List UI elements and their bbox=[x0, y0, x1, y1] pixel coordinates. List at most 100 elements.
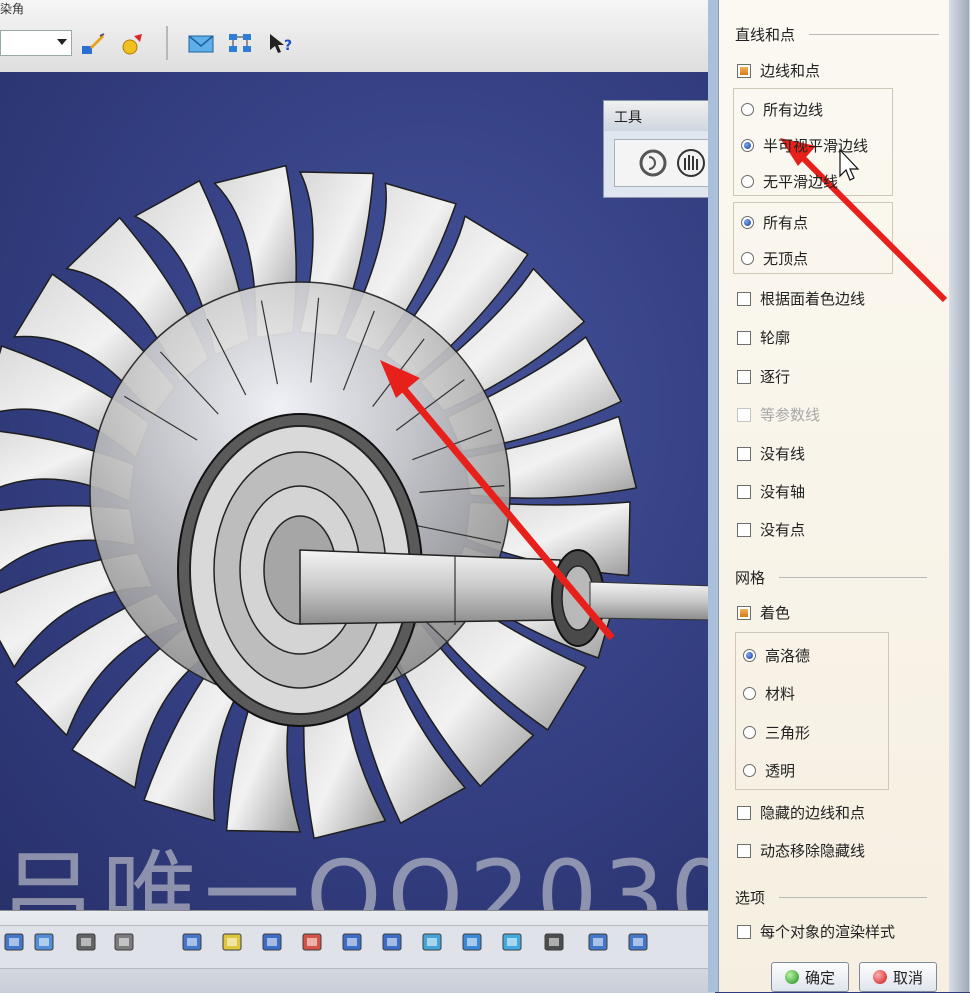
checkbox[interactable] bbox=[737, 446, 751, 461]
checkbox-no-axes[interactable]: 没有轴 bbox=[737, 481, 805, 502]
tools-palette-body bbox=[614, 139, 716, 187]
checkbox-disabled bbox=[737, 407, 751, 422]
cancel-label: 取消 bbox=[892, 968, 923, 987]
checkbox[interactable] bbox=[737, 369, 751, 384]
section-divider bbox=[809, 34, 939, 35]
checkbox-label: 等参数线 bbox=[760, 406, 821, 424]
radio-button-selected[interactable] bbox=[741, 139, 754, 152]
whats-this-help-icon[interactable]: ? bbox=[266, 30, 296, 58]
radio-no-vertices[interactable]: 无顶点 bbox=[741, 248, 808, 269]
radio-no-smooth-edges[interactable]: 无平滑边线 bbox=[741, 171, 838, 192]
ok-button[interactable]: 确定 bbox=[771, 962, 849, 992]
checkbox[interactable] bbox=[737, 843, 751, 858]
radio-button-selected[interactable] bbox=[743, 649, 756, 662]
checkbox-label: 没有轴 bbox=[760, 483, 806, 501]
section-mesh: 网格 bbox=[735, 569, 766, 587]
hide-show-icon[interactable] bbox=[624, 927, 652, 957]
edges-points-checkbox[interactable]: 边线和点 bbox=[737, 60, 820, 81]
cube-view-icon[interactable] bbox=[72, 927, 100, 957]
radio-button[interactable] bbox=[741, 252, 754, 265]
section-lines-points: 直线和点 bbox=[735, 26, 796, 44]
pan-icon[interactable] bbox=[258, 927, 286, 957]
window-title: 染角 bbox=[0, 2, 25, 16]
checkbox-no-lines[interactable]: 没有线 bbox=[737, 443, 805, 464]
radio-label: 无平滑边线 bbox=[763, 173, 839, 191]
rotate-view-icon[interactable] bbox=[298, 927, 326, 957]
checkbox-outline[interactable]: 轮廓 bbox=[737, 327, 790, 348]
checkbox[interactable] bbox=[737, 291, 751, 306]
checkbox[interactable] bbox=[737, 484, 751, 499]
checkbox[interactable] bbox=[737, 522, 751, 537]
radio-gouraud[interactable]: 高洛德 bbox=[743, 645, 810, 666]
zoom-out-icon[interactable] bbox=[378, 927, 406, 957]
radio-button[interactable] bbox=[743, 764, 756, 777]
radio-transparent[interactable]: 透明 bbox=[743, 760, 795, 781]
checkbox-label: 隐藏的边线和点 bbox=[760, 804, 866, 822]
ok-icon bbox=[784, 970, 799, 984]
ok-label: 确定 bbox=[804, 968, 835, 987]
radio-all-edges[interactable]: 所有边线 bbox=[741, 99, 823, 120]
mail-icon[interactable] bbox=[186, 30, 216, 58]
apply-material-icon[interactable] bbox=[118, 30, 148, 58]
radio-label: 透明 bbox=[765, 762, 796, 780]
radio-half-visible-smooth-edges[interactable]: 半可视平滑边线 bbox=[741, 135, 868, 156]
checkbox[interactable] bbox=[737, 805, 751, 820]
checkbox-label: 轮廓 bbox=[760, 329, 791, 347]
watermark-text: 吕唯一QQ2030303 bbox=[0, 840, 715, 910]
zoom-in-icon[interactable] bbox=[338, 927, 366, 957]
edges-points-check[interactable] bbox=[737, 63, 751, 78]
iso-view-icon[interactable] bbox=[498, 927, 526, 957]
radio-all-points[interactable]: 所有点 bbox=[741, 212, 808, 233]
checkbox[interactable] bbox=[737, 330, 751, 345]
paint-brush-icon[interactable] bbox=[78, 30, 108, 58]
cancel-button[interactable]: 取消 bbox=[859, 962, 937, 992]
custom-view-modes-dialog: 直线和点 边线和点 所有边线 半可视平滑边线 无平滑边线 所有点 无顶点 根据面… bbox=[718, 0, 969, 992]
checkbox-label: 逐行 bbox=[760, 368, 791, 386]
tree-icon[interactable] bbox=[30, 927, 58, 957]
top-toolbar: 染角 ? bbox=[0, 0, 715, 73]
tools-palette[interactable]: 工具 bbox=[603, 100, 716, 198]
checkbox-label: 没有点 bbox=[760, 521, 806, 539]
render-style-icon[interactable] bbox=[584, 927, 612, 957]
radio-button[interactable] bbox=[743, 687, 756, 700]
radio-button[interactable] bbox=[743, 726, 756, 739]
fly-mode-icon[interactable] bbox=[178, 927, 206, 957]
checkbox[interactable] bbox=[737, 924, 751, 939]
normal-view-icon[interactable] bbox=[418, 927, 446, 957]
radio-button[interactable] bbox=[741, 175, 754, 188]
radio-material[interactable]: 材料 bbox=[743, 683, 795, 704]
style-combo[interactable] bbox=[0, 30, 72, 56]
fit-all-icon[interactable] bbox=[218, 927, 246, 957]
radio-button-selected[interactable] bbox=[741, 216, 754, 229]
rotate-icon[interactable] bbox=[639, 149, 667, 177]
section-divider bbox=[779, 897, 927, 898]
radio-label: 三角形 bbox=[765, 724, 811, 742]
edges-points-label: 边线和点 bbox=[760, 62, 821, 80]
checkbox-label: 每个对象的渲染样式 bbox=[760, 923, 896, 941]
checkbox-per-object-render-style[interactable]: 每个对象的渲染样式 bbox=[737, 921, 895, 942]
section-divider bbox=[779, 577, 927, 578]
svg-text:?: ? bbox=[284, 38, 292, 54]
shading-check[interactable] bbox=[737, 605, 751, 620]
chevron-down-icon[interactable] bbox=[57, 39, 67, 45]
section-icon[interactable] bbox=[110, 927, 138, 957]
hand-pan-icon[interactable] bbox=[677, 149, 705, 177]
view-icon[interactable] bbox=[0, 927, 28, 957]
radio-triangle[interactable]: 三角形 bbox=[743, 722, 810, 743]
radio-label: 高洛德 bbox=[765, 647, 811, 665]
network-icon[interactable] bbox=[226, 30, 256, 58]
checkbox-no-points[interactable]: 没有点 bbox=[737, 519, 805, 540]
checkbox-dynamic-hidden-line-removal[interactable]: 动态移除隐藏线 bbox=[737, 840, 865, 861]
radio-button[interactable] bbox=[741, 103, 754, 116]
multi-view-icon[interactable] bbox=[458, 927, 486, 957]
radio-label: 材料 bbox=[765, 685, 796, 703]
tools-palette-title: 工具 bbox=[604, 101, 714, 131]
checkbox-edges-by-face-shading[interactable]: 根据面着色边线 bbox=[737, 288, 865, 309]
checkbox-line-by-line[interactable]: 逐行 bbox=[737, 366, 790, 387]
custom-view-help-icon[interactable] bbox=[540, 927, 568, 957]
dialog-scroll-edge bbox=[949, 0, 969, 992]
radio-label: 无顶点 bbox=[763, 250, 809, 268]
shading-checkbox[interactable]: 着色 bbox=[737, 602, 790, 623]
checkbox-hidden-edges-points[interactable]: 隐藏的边线和点 bbox=[737, 802, 865, 823]
radio-label: 所有边线 bbox=[763, 101, 824, 119]
